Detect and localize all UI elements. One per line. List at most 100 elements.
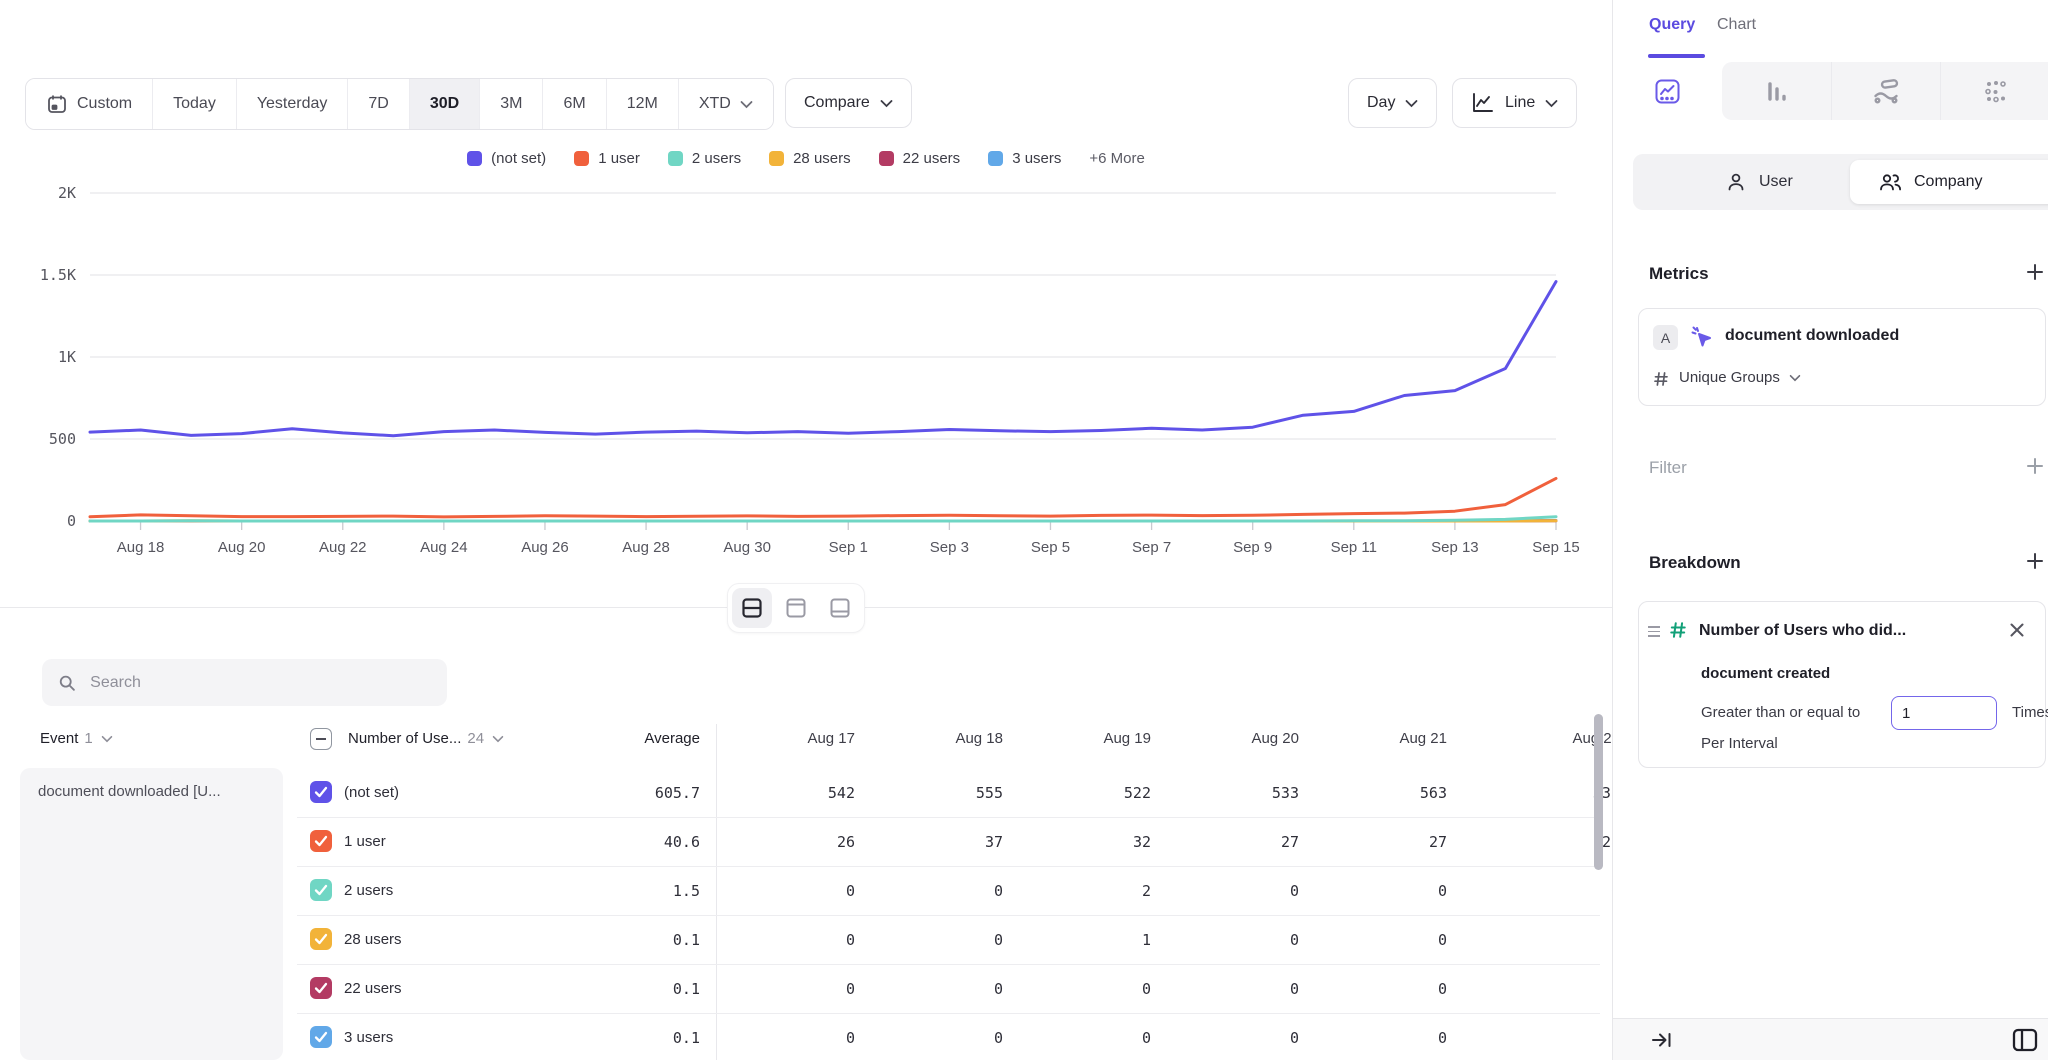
row-divider xyxy=(297,964,1600,965)
series-label: 22 users xyxy=(344,980,402,997)
breakdown-title: Number of Users who did... xyxy=(1699,622,1906,640)
series-checkbox[interactable] xyxy=(310,781,332,803)
table-bottom-icon[interactable] xyxy=(820,588,860,628)
cell-value: 0 xyxy=(1159,980,1299,998)
date-column-header: Aug 21 xyxy=(1317,730,1447,747)
series-checkbox[interactable] xyxy=(310,1026,332,1048)
average-value: 0.1 xyxy=(570,980,700,998)
compare-button[interactable]: Compare xyxy=(785,78,912,128)
svg-text:0: 0 xyxy=(67,512,76,530)
range-xtd[interactable]: XTD xyxy=(678,79,773,129)
cell-value: 0 xyxy=(1307,980,1447,998)
chevron-down-icon xyxy=(1789,374,1801,382)
cell-value: 0 xyxy=(1159,1029,1299,1047)
drag-handle-icon[interactable] xyxy=(1648,626,1660,637)
tab-chart[interactable]: Chart xyxy=(1717,16,1756,34)
collapse-panel-icon[interactable] xyxy=(1651,1030,1673,1050)
event-column-header[interactable]: Event 1 xyxy=(40,730,113,747)
audience-company[interactable]: Company xyxy=(1850,160,2048,204)
svg-text:Aug 30: Aug 30 xyxy=(723,539,771,556)
cell-value: 0 xyxy=(863,882,1003,900)
metric-card[interactable]: A document downloaded Unique Groups xyxy=(1638,308,2046,406)
check-icon xyxy=(314,884,328,896)
cell-value: 0 xyxy=(715,980,855,998)
svg-text:Aug 28: Aug 28 xyxy=(622,539,670,556)
date-column-header: Aug 18 xyxy=(873,730,1003,747)
close-icon[interactable] xyxy=(2009,622,2025,638)
cell-value: 2 xyxy=(1011,882,1151,900)
chart-type-bar[interactable] xyxy=(1722,62,1831,120)
metric-name: document downloaded xyxy=(1725,327,1899,345)
chart-type-scatter[interactable] xyxy=(1940,62,2048,120)
svg-text:500: 500 xyxy=(49,430,76,448)
cell-value: 0 xyxy=(1011,980,1151,998)
cell-value: 27 xyxy=(1307,833,1447,851)
chart-type-dropdown[interactable]: Line xyxy=(1452,78,1577,128)
row-divider xyxy=(297,1013,1600,1014)
series-checkbox[interactable] xyxy=(310,830,332,852)
series-checkbox[interactable] xyxy=(310,977,332,999)
line-chart-icon xyxy=(1654,78,1681,105)
breakdown-card: Number of Users who did... document crea… xyxy=(1638,601,2046,768)
cell-value: 0 xyxy=(1480,980,1612,998)
table-scrollbar[interactable] xyxy=(1594,714,1603,870)
range-7d[interactable]: 7D xyxy=(347,79,408,129)
interval-dropdown[interactable]: Day xyxy=(1348,78,1437,128)
range-30d[interactable]: 30D xyxy=(409,79,479,129)
range-custom[interactable]: Custom xyxy=(26,79,152,129)
chart-type-flow[interactable] xyxy=(1831,62,1940,120)
range-12m[interactable]: 12M xyxy=(606,79,678,129)
cell-value: 533 xyxy=(1159,784,1299,802)
add-filter-button[interactable] xyxy=(2025,456,2045,476)
search-input[interactable] xyxy=(88,673,431,693)
series-checkbox[interactable] xyxy=(310,879,332,901)
cell-value: 522 xyxy=(1011,784,1151,802)
times-label: Times xyxy=(2012,704,2048,721)
flow-icon xyxy=(1872,77,1900,105)
series-checkbox[interactable] xyxy=(310,928,332,950)
series-column-header[interactable]: Number of Use... 24 xyxy=(348,730,504,747)
search-icon xyxy=(58,673,76,693)
cell-value: 563 xyxy=(1307,784,1447,802)
svg-text:Aug 18: Aug 18 xyxy=(117,539,165,556)
measure-dropdown[interactable]: Unique Groups xyxy=(1679,369,1801,386)
series-label: 3 users xyxy=(344,1029,393,1046)
range-3m[interactable]: 3M xyxy=(479,79,542,129)
table-top-icon[interactable] xyxy=(776,588,816,628)
chevron-down-icon xyxy=(880,99,893,108)
range-6m[interactable]: 6M xyxy=(542,79,605,129)
cell-value: 0 xyxy=(1011,1029,1151,1047)
tab-query[interactable]: Query xyxy=(1649,16,1695,34)
average-value: 0.1 xyxy=(570,931,700,949)
cell-value: 27 xyxy=(1159,833,1299,851)
cell-value: 1 xyxy=(1011,931,1151,949)
average-value: 605.7 xyxy=(570,784,700,802)
range-yesterday[interactable]: Yesterday xyxy=(236,79,348,129)
svg-text:Aug 24: Aug 24 xyxy=(420,539,468,556)
times-input[interactable] xyxy=(1891,696,1997,730)
svg-text:Sep 11: Sep 11 xyxy=(1331,539,1377,556)
analytics-page: Custom Today Yesterday 7D 30D 3M 6M 12M … xyxy=(0,0,2048,1060)
breakdown-heading: Breakdown xyxy=(1649,553,1741,573)
check-icon xyxy=(314,835,328,847)
click-event-icon xyxy=(1689,324,1715,350)
svg-text:Sep 3: Sep 3 xyxy=(930,539,969,556)
audience-user[interactable]: User xyxy=(1725,171,1793,193)
add-metric-button[interactable] xyxy=(2025,262,2045,282)
date-range-control: Custom Today Yesterday 7D 30D 3M 6M 12M … xyxy=(25,78,774,130)
select-all-checkbox[interactable] xyxy=(310,728,332,750)
add-breakdown-button[interactable] xyxy=(2025,551,2045,571)
split-horizontal-icon[interactable] xyxy=(732,588,772,628)
svg-text:Sep 9: Sep 9 xyxy=(1233,539,1272,556)
average-value: 1.5 xyxy=(570,882,700,900)
series-label: 1 user xyxy=(344,833,386,850)
range-today[interactable]: Today xyxy=(152,79,236,129)
chart-type-line[interactable] xyxy=(1613,62,1722,120)
view-toggle-group xyxy=(727,583,865,633)
cell-value: 0 xyxy=(1307,931,1447,949)
cell-value: 537 xyxy=(1480,784,1612,802)
panel-right-icon[interactable] xyxy=(2011,1027,2039,1053)
row-divider xyxy=(297,817,1600,818)
chevron-down-icon xyxy=(1545,99,1558,108)
cell-value: 0 xyxy=(715,931,855,949)
